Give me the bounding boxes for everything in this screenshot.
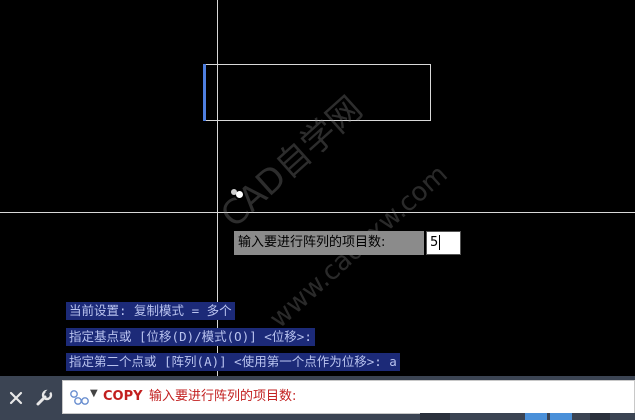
dropdown-arrow-icon[interactable]: ▼	[90, 388, 98, 399]
wrench-icon[interactable]	[30, 376, 58, 420]
command-prompt-text: 输入要进行阵列的项目数:	[149, 389, 297, 404]
status-segment[interactable]	[420, 413, 450, 420]
command-line-input[interactable]: ▼ COPY 输入要进行阵列的项目数:	[62, 380, 635, 414]
command-name: COPY	[103, 389, 143, 404]
crosshair-horizontal	[0, 212, 635, 213]
history-line: 指定第二个点或 [阵列(A)] <使用第一个点作为位移>: a	[66, 353, 400, 371]
close-icon[interactable]	[2, 376, 30, 420]
text-caret	[439, 235, 441, 250]
dynamic-input-value: 5	[430, 235, 439, 250]
status-bar	[420, 413, 635, 420]
history-line: 指定基点或 [位移(D)/模式(O)] <位移>:	[66, 328, 315, 346]
rectangle-selected-edge[interactable]	[203, 64, 206, 121]
status-segment[interactable]	[590, 413, 610, 420]
chain-icon[interactable]	[69, 389, 91, 407]
dynamic-input-field[interactable]: 5	[426, 231, 461, 255]
history-line: 当前设置: 复制模式 = 多个	[66, 302, 235, 320]
dynamic-input-label: 输入要进行阵列的项目数:	[234, 231, 424, 255]
status-segment[interactable]	[550, 413, 572, 420]
drawing-canvas[interactable]: CAD自学网 www.cadzxw.com 输入要进行阵列的项目数: 5 当前设…	[0, 0, 635, 376]
status-segment[interactable]	[525, 413, 547, 420]
